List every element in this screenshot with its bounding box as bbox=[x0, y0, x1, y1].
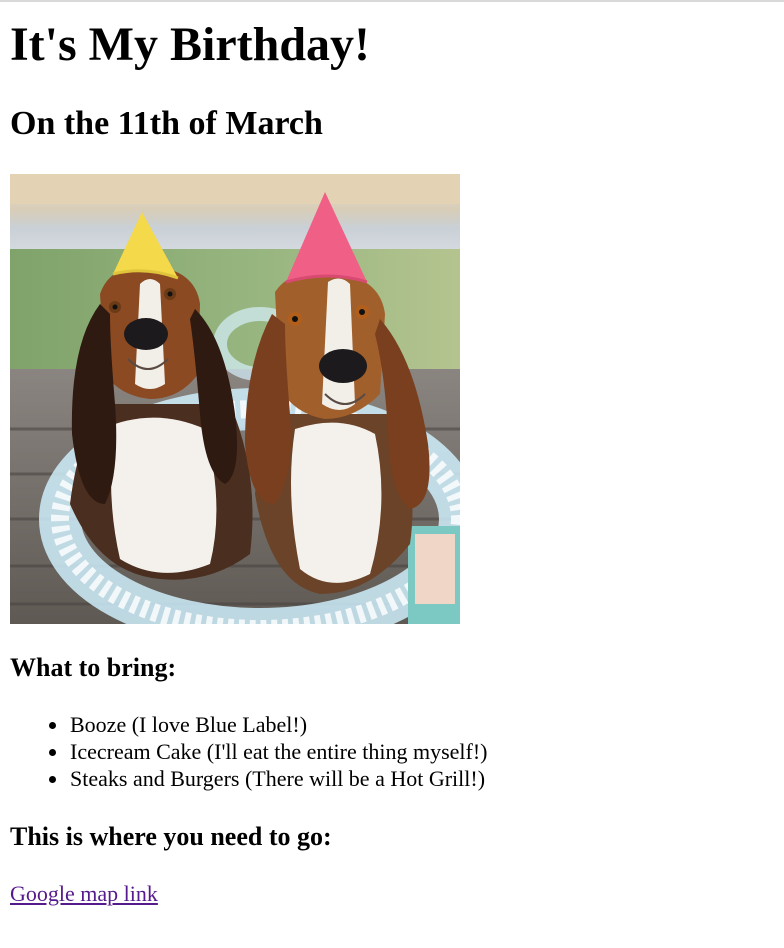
page-subtitle: On the 11th of March bbox=[10, 105, 323, 142]
bullet-icon bbox=[49, 749, 56, 756]
bullet-icon bbox=[49, 776, 56, 783]
list-item: Icecream Cake (I'll eat the entire thing… bbox=[49, 738, 487, 765]
list-item: Booze (I love Blue Label!) bbox=[49, 711, 487, 738]
bring-heading: What to bring: bbox=[10, 653, 177, 682]
page-title: It's My Birthday! bbox=[10, 18, 370, 71]
location-heading: This is where you need to go: bbox=[10, 822, 332, 851]
top-border bbox=[0, 0, 784, 2]
google-map-link[interactable]: Google map link bbox=[10, 880, 158, 908]
bring-list: Booze (I love Blue Label!) Icecream Cake… bbox=[10, 711, 487, 792]
bullet-icon bbox=[49, 722, 56, 729]
list-item: Steaks and Burgers (There will be a Hot … bbox=[49, 765, 487, 792]
birthday-dogs-image bbox=[10, 174, 460, 624]
